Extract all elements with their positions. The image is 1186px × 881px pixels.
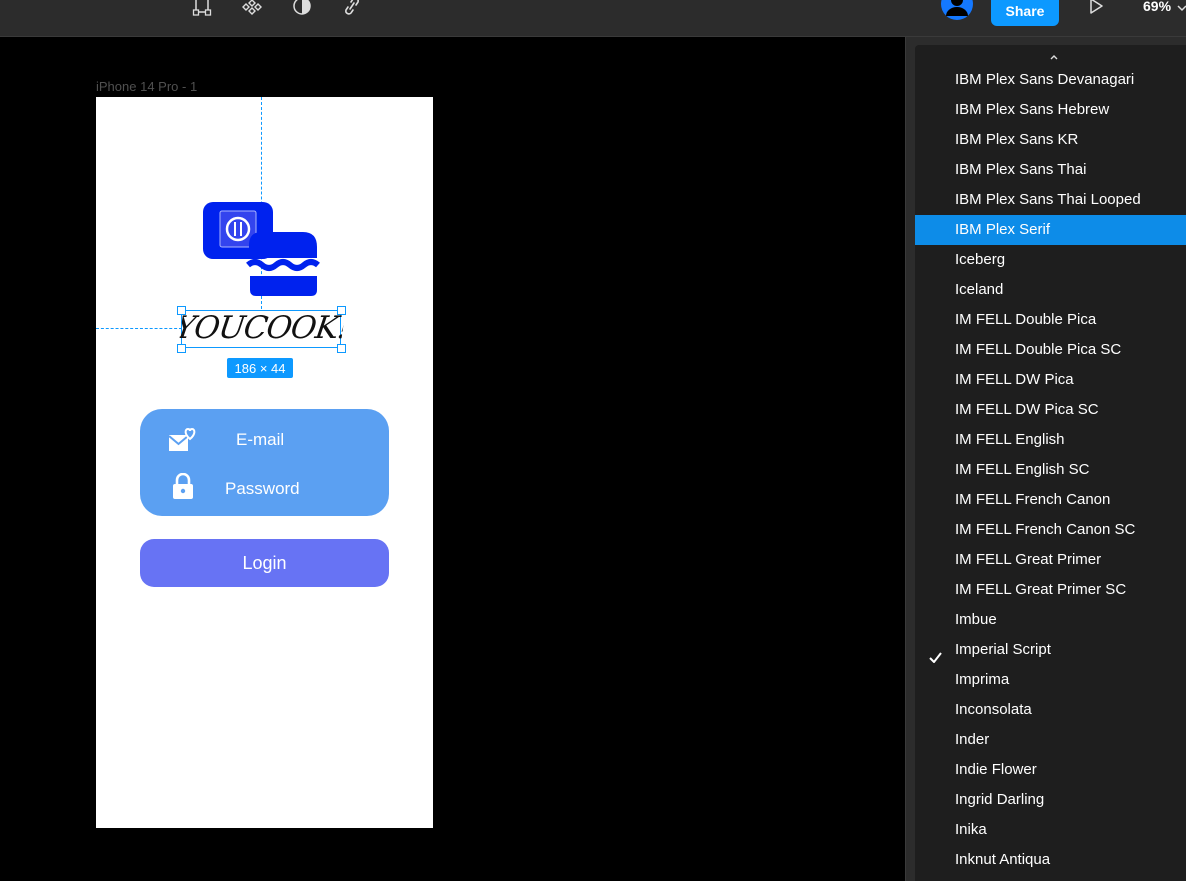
measurement-guide-horizontal bbox=[96, 328, 182, 329]
font-option[interactable]: Inder bbox=[915, 725, 1186, 755]
font-option-label: IM FELL Great Primer bbox=[955, 551, 1102, 568]
font-option-label: Inknut Antiqua bbox=[955, 851, 1051, 868]
chevron-down-icon[interactable] bbox=[1177, 0, 1186, 12]
font-option[interactable]: IM FELL English bbox=[915, 425, 1186, 455]
font-option[interactable]: IBM Plex Sans KR bbox=[915, 125, 1186, 155]
checkmark-icon bbox=[929, 644, 942, 664]
font-option[interactable]: IBM Plex Sans Thai Looped bbox=[915, 185, 1186, 215]
font-option-label: Inconsolata bbox=[955, 701, 1032, 718]
font-option[interactable]: IM FELL Great Primer bbox=[915, 545, 1186, 575]
font-option-label: Indie Flower bbox=[955, 761, 1037, 778]
selection-size-badge: 186 × 44 bbox=[227, 358, 293, 378]
link-icon[interactable] bbox=[340, 0, 364, 16]
font-option-label: Imprima bbox=[955, 671, 1010, 688]
font-option[interactable]: IM FELL French Canon bbox=[915, 485, 1186, 515]
font-option[interactable]: IM FELL English SC bbox=[915, 455, 1186, 485]
font-option-label: IM FELL DW Pica SC bbox=[955, 401, 1099, 418]
font-option[interactable]: IM FELL Double Pica SC bbox=[915, 335, 1186, 365]
email-field[interactable]: E-mail bbox=[236, 430, 284, 450]
components-icon[interactable] bbox=[240, 0, 264, 16]
login-button[interactable]: Login bbox=[140, 539, 389, 587]
font-option[interactable]: Iceland bbox=[915, 275, 1186, 305]
font-option-label: IBM Plex Sans Thai Looped bbox=[955, 191, 1141, 208]
zoom-level[interactable]: 69% bbox=[1143, 0, 1171, 14]
font-option-label: IBM Plex Serif bbox=[955, 221, 1051, 238]
app-title-text[interactable]: YOUCOOK! bbox=[178, 306, 346, 350]
font-option-label: Ingrid Darling bbox=[955, 791, 1045, 808]
font-option-label: IM FELL DW Pica bbox=[955, 371, 1074, 388]
font-option[interactable]: IBM Plex Serif bbox=[915, 215, 1186, 245]
font-list: IBM Plex Sans Devanagari IBM Plex Sans He… bbox=[915, 65, 1186, 875]
font-option-label: IBM Plex Sans Devanagari bbox=[955, 71, 1135, 88]
font-option-label: IBM Plex Sans Hebrew bbox=[955, 101, 1110, 118]
contrast-icon[interactable] bbox=[290, 0, 314, 16]
font-option[interactable]: IBM Plex Sans Hebrew bbox=[915, 95, 1186, 125]
font-option[interactable]: IM FELL DW Pica SC bbox=[915, 395, 1186, 425]
font-option-label: Imperial Script bbox=[955, 641, 1051, 658]
vector-network-icon[interactable] bbox=[190, 0, 214, 16]
font-option[interactable]: IBM Plex Sans Devanagari bbox=[915, 65, 1186, 95]
font-option-label: IM FELL English bbox=[955, 431, 1065, 448]
top-toolbar: Share 69% bbox=[0, 0, 1186, 37]
font-option-label: Inder bbox=[955, 731, 990, 748]
avatar-icon[interactable] bbox=[941, 0, 973, 20]
app-logo[interactable] bbox=[200, 198, 322, 300]
font-option-label: Imbue bbox=[955, 611, 997, 628]
font-option[interactable]: Inika bbox=[915, 815, 1186, 845]
password-field[interactable]: Password bbox=[225, 479, 300, 499]
lock-icon bbox=[172, 472, 194, 505]
font-option-label: IM FELL Double Pica bbox=[955, 311, 1097, 328]
font-option[interactable]: IM FELL French Canon SC bbox=[915, 515, 1186, 545]
mail-heart-icon bbox=[168, 427, 198, 458]
font-option[interactable]: IM FELL Great Primer SC bbox=[915, 575, 1186, 605]
font-option[interactable]: Indie Flower bbox=[915, 755, 1186, 785]
font-option-label: IM FELL English SC bbox=[955, 461, 1090, 478]
font-option[interactable]: Inknut Antiqua bbox=[915, 845, 1186, 875]
font-option-label: IBM Plex Sans Thai bbox=[955, 161, 1087, 178]
font-option-label: IM FELL French Canon bbox=[955, 491, 1111, 508]
font-option[interactable]: IBM Plex Sans Thai bbox=[915, 155, 1186, 185]
font-option-label: IBM Plex Sans KR bbox=[955, 131, 1079, 148]
font-option[interactable]: IM FELL Double Pica bbox=[915, 305, 1186, 335]
font-option[interactable]: Inconsolata bbox=[915, 695, 1186, 725]
font-option[interactable]: Iceberg bbox=[915, 245, 1186, 275]
font-option-label: Iceland bbox=[955, 281, 1004, 298]
font-option[interactable]: Imbue bbox=[915, 605, 1186, 635]
figma-editor: Share 69% iPhone 14 Pro - 1 YOUCOOK! 186… bbox=[0, 0, 1186, 881]
share-button[interactable]: Share bbox=[991, 0, 1059, 26]
font-option-label: Iceberg bbox=[955, 251, 1006, 268]
login-card[interactable]: E-mail Password bbox=[140, 409, 389, 516]
font-option-label: IM FELL Great Primer SC bbox=[955, 581, 1127, 598]
font-option[interactable]: IM FELL DW Pica bbox=[915, 365, 1186, 395]
font-option[interactable]: Ingrid Darling bbox=[915, 785, 1186, 815]
font-option[interactable]: Imperial Script bbox=[915, 635, 1186, 665]
font-option-label: Inika bbox=[955, 821, 987, 838]
font-option[interactable]: Imprima bbox=[915, 665, 1186, 695]
play-icon[interactable] bbox=[1087, 0, 1105, 16]
font-option-label: IM FELL Double Pica SC bbox=[955, 341, 1122, 358]
frame-label[interactable]: iPhone 14 Pro - 1 bbox=[96, 79, 197, 94]
chevron-up-icon[interactable] bbox=[1047, 49, 1061, 60]
font-option-label: IM FELL French Canon SC bbox=[955, 521, 1136, 538]
